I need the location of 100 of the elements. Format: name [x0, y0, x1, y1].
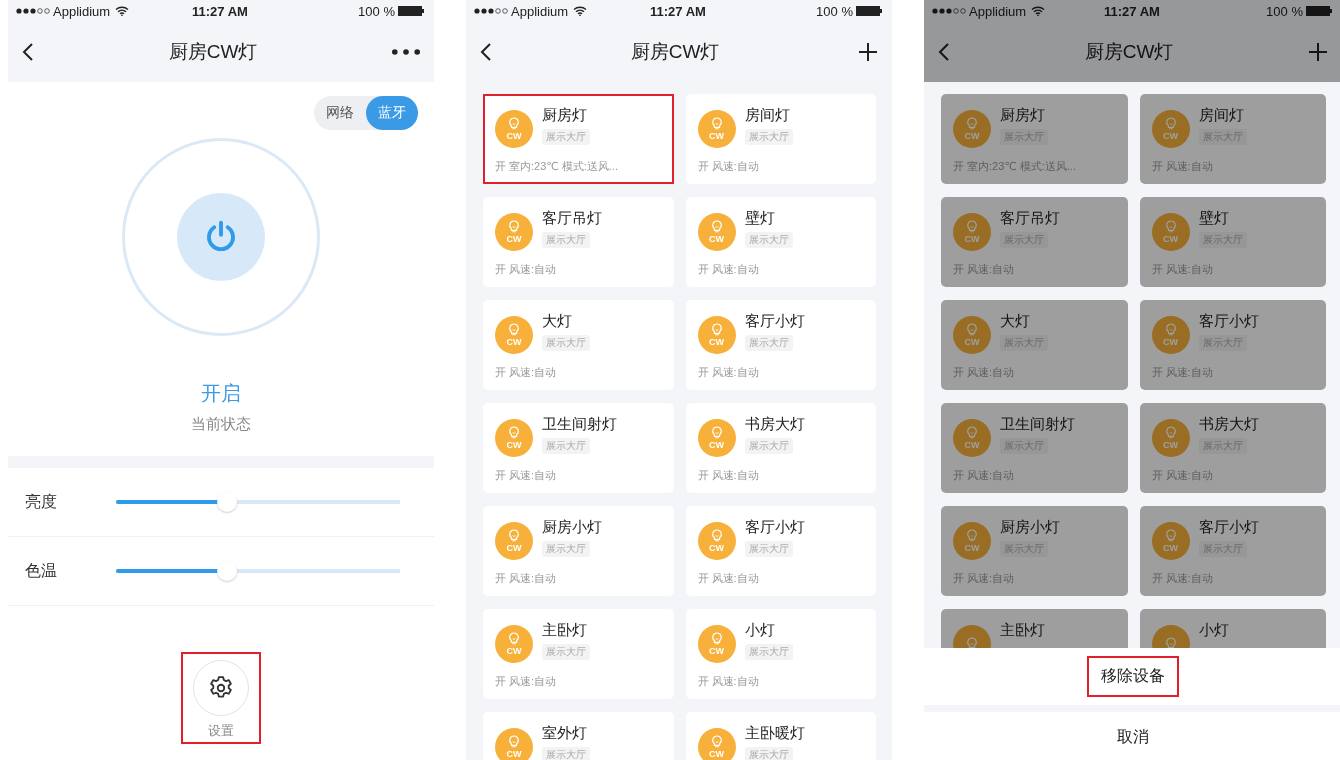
device-card[interactable]: CW 书房大灯 展示大厅 开 风速:自动 — [685, 403, 876, 493]
device-card[interactable]: CW 客厅小灯 展示大厅 开 风速:自动 — [685, 300, 876, 390]
device-card[interactable]: CW 厨房小灯 展示大厅 开 风速:自动 — [483, 506, 674, 596]
carrier-name: Applidium — [53, 3, 111, 19]
icon-label: CW — [709, 543, 724, 553]
page-title: 厨房CW灯 — [168, 40, 258, 64]
settings-button[interactable] — [193, 660, 249, 716]
more-icon[interactable] — [392, 49, 420, 55]
battery-icon — [398, 6, 424, 16]
room-tag: 展示大厅 — [542, 644, 590, 660]
clock-time: 11:27 AM — [192, 3, 248, 19]
wifi-icon — [573, 6, 588, 16]
add-icon[interactable] — [858, 42, 878, 62]
lightbulb-icon — [508, 323, 520, 337]
lightbulb-icon — [1164, 529, 1177, 543]
device-card[interactable]: CW 大灯 展示大厅 开 风速:自动 — [483, 300, 674, 390]
battery-icon — [856, 6, 882, 16]
icon-label: CW — [964, 337, 980, 347]
sheet-action[interactable]: 取消 — [1103, 716, 1163, 758]
device-card[interactable]: CW 主卧暖灯 展示大厅 — [685, 712, 876, 760]
device-card[interactable]: CW 室外灯 展示大厅 — [483, 712, 674, 760]
device-name: 厨房小灯 — [542, 518, 602, 537]
back-icon[interactable] — [938, 42, 950, 62]
back-icon[interactable] — [480, 42, 492, 62]
icon-label: CW — [506, 749, 522, 759]
device-card[interactable]: CW 壁灯 展示大厅 开 风速:自动 — [685, 197, 876, 287]
device-status: 开 风速:自动 — [697, 262, 760, 277]
icon-label: CW — [1163, 131, 1178, 141]
icon-label: CW — [1163, 543, 1178, 553]
icon-label: CW — [506, 646, 522, 656]
page-title: 厨房CW灯 — [630, 40, 720, 64]
slider-thumb[interactable] — [216, 492, 237, 512]
lightbulb-icon — [1164, 117, 1177, 131]
lightbulb-icon — [508, 117, 520, 131]
icon-label: CW — [506, 440, 522, 450]
device-card[interactable]: CW 厨房灯 展示大厅 开 室内:23℃ 模式:送风... — [483, 94, 674, 184]
lightbulb-icon — [508, 632, 520, 646]
device-status: 开 风速:自动 — [495, 365, 558, 380]
device-name: 厨房灯 — [1000, 106, 1045, 125]
device-card[interactable]: CW 客厅小灯 展示大厅 开 风速:自动 — [685, 506, 876, 596]
device-card[interactable]: CW 房间灯 展示大厅 开 风速:自动 — [685, 94, 876, 184]
state-caption: 当前状态 — [190, 415, 252, 434]
room-tag: 展示大厅 — [744, 335, 793, 351]
device-name: 主卧暖灯 — [744, 724, 805, 743]
device-card[interactable]: CW 客厅吊灯 展示大厅 开 风速:自动 — [483, 197, 674, 287]
device-name: 壁灯 — [1198, 209, 1229, 228]
settings-icon — [208, 675, 234, 701]
sheet-action[interactable]: 移除设备 — [1087, 656, 1179, 697]
slider-label: 亮度 — [25, 491, 58, 512]
lightbulb-icon — [508, 426, 520, 440]
icon-label: CW — [506, 543, 522, 553]
lightbulb-icon — [508, 735, 520, 749]
back-icon[interactable] — [22, 42, 34, 62]
mode-option[interactable]: 网络 — [314, 96, 366, 130]
device-card[interactable]: CW 小灯 展示大厅 开 风速:自动 — [685, 609, 876, 699]
icon-label: CW — [709, 131, 724, 141]
device-name: 小灯 — [744, 621, 775, 640]
signal-icon — [16, 8, 50, 14]
lightbulb-icon — [966, 529, 978, 543]
room-tag: 展示大厅 — [542, 541, 590, 557]
lightbulb-icon — [710, 529, 723, 543]
device-name: 大灯 — [1000, 312, 1030, 331]
lightbulb-icon — [1164, 323, 1177, 337]
device-name: 客厅小灯 — [744, 312, 805, 331]
lightbulb-icon — [966, 426, 978, 440]
icon-label: CW — [1163, 440, 1178, 450]
battery-percent: 100 % — [816, 3, 853, 19]
lightbulb-icon — [966, 117, 978, 131]
icon-label: CW — [709, 440, 724, 450]
icon-label: CW — [964, 440, 980, 450]
device-card[interactable]: CW 卫生间射灯 展示大厅 开 风速:自动 — [483, 403, 674, 493]
signal-icon — [474, 8, 508, 14]
device-name: 主卧灯 — [542, 621, 587, 640]
slider-label: 色温 — [25, 560, 58, 581]
add-icon[interactable] — [1308, 42, 1328, 62]
icon-label: CW — [964, 131, 980, 141]
lightbulb-icon — [710, 632, 723, 646]
device-status: 开 风速:自动 — [495, 262, 558, 277]
icon-label: CW — [506, 337, 522, 347]
device-status: 开 室内:23℃ 模式:送风... — [495, 159, 619, 174]
battery-icon — [1306, 6, 1332, 16]
power-state: 开启 — [200, 381, 242, 406]
room-tag: 展示大厅 — [744, 438, 793, 454]
device-name: 客厅吊灯 — [1000, 209, 1060, 228]
device-status: 开 风速:自动 — [697, 571, 760, 586]
icon-label: CW — [506, 234, 522, 244]
lightbulb-icon — [710, 323, 723, 337]
signal-icon — [932, 8, 966, 14]
device-status: 开 风速:自动 — [495, 571, 558, 586]
icon-label: CW — [709, 337, 724, 347]
device-name: 主卧灯 — [1000, 621, 1045, 640]
room-tag: 展示大厅 — [744, 644, 793, 660]
device-name: 客厅吊灯 — [542, 209, 602, 228]
lightbulb-icon — [710, 735, 723, 749]
device-card[interactable]: CW 主卧灯 展示大厅 开 风速:自动 — [483, 609, 674, 699]
icon-label: CW — [1163, 337, 1178, 347]
lightbulb-icon — [966, 323, 978, 337]
lightbulb-icon — [966, 220, 978, 234]
slider-thumb[interactable] — [216, 561, 237, 581]
wifi-icon — [1031, 6, 1046, 16]
